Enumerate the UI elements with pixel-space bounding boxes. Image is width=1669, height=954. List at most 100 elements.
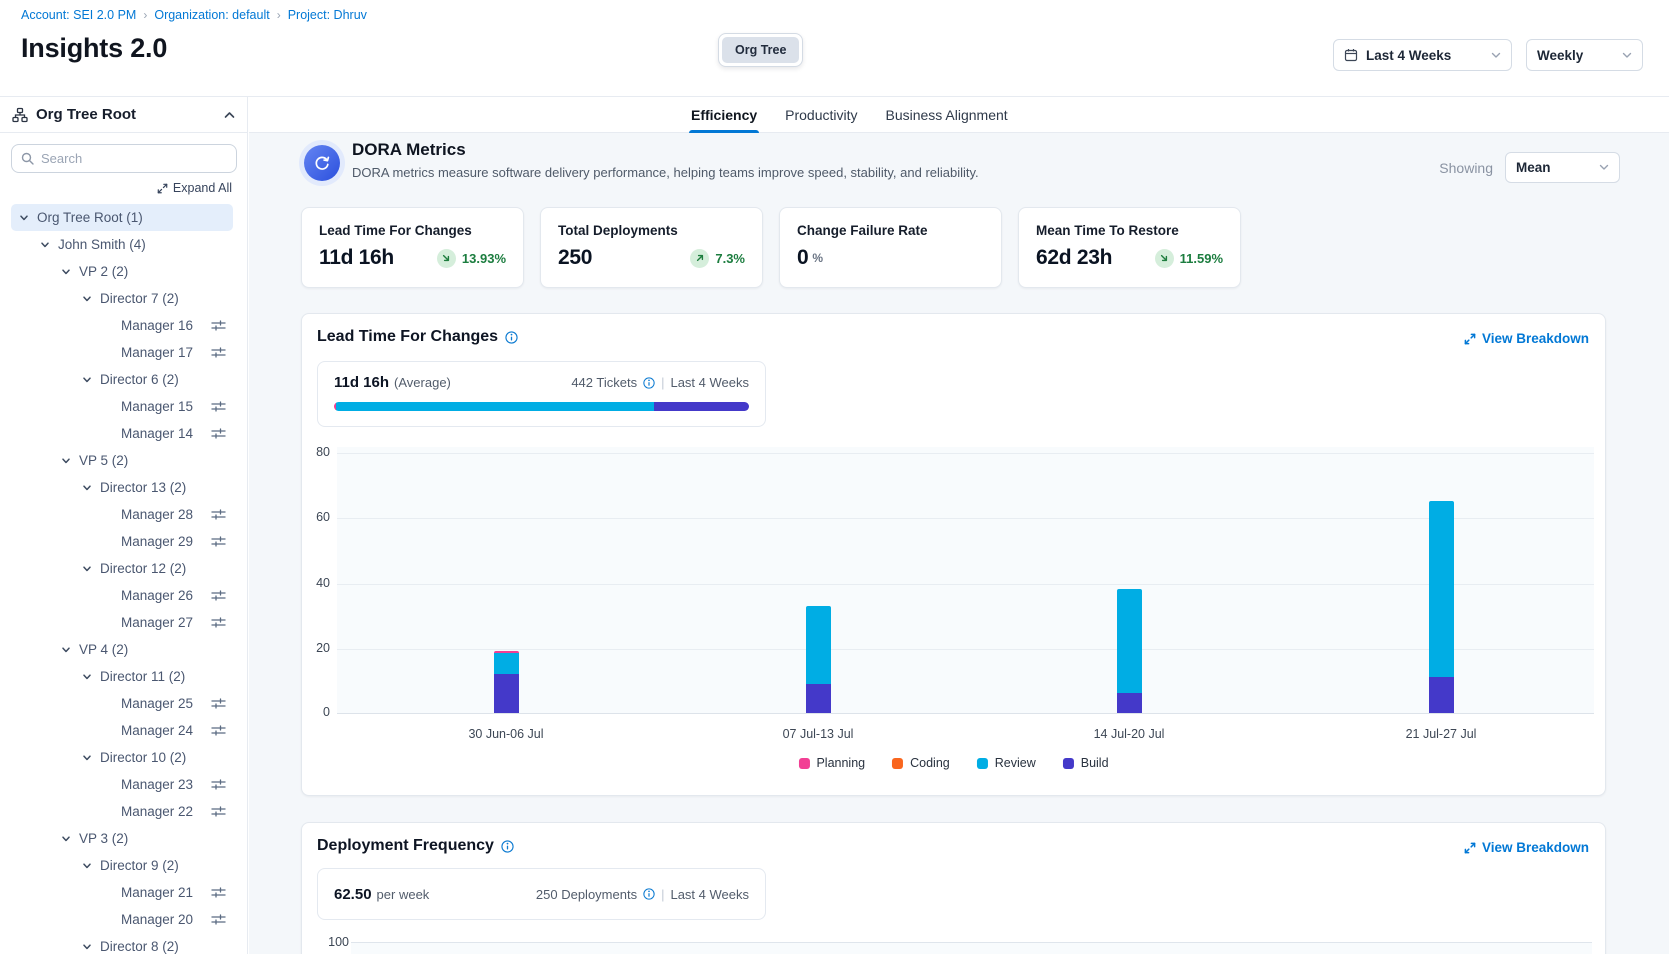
chevron-down-icon[interactable] xyxy=(61,456,71,466)
chevron-down-icon[interactable] xyxy=(82,942,92,952)
tree-row[interactable]: Manager 21 xyxy=(11,879,233,906)
deployment-rate-value: 62.50 xyxy=(334,886,372,903)
breadcrumb-link[interactable]: Account: SEI 2.0 PM xyxy=(21,8,136,22)
tab-efficiency[interactable]: Efficiency xyxy=(689,97,759,132)
filter-sliders-icon[interactable] xyxy=(211,724,226,737)
main-content: DORA Metrics DORA metrics measure softwa… xyxy=(249,133,1669,954)
filter-sliders-icon[interactable] xyxy=(211,886,226,899)
tree-row[interactable]: Manager 27 xyxy=(11,609,233,636)
filter-sliders-icon[interactable] xyxy=(211,697,226,710)
y-axis-tick-label: 100 xyxy=(319,935,349,949)
ticket-count: 442 Tickets xyxy=(571,375,637,390)
tab-business-alignment[interactable]: Business Alignment xyxy=(884,97,1010,132)
filter-sliders-icon[interactable] xyxy=(211,805,226,818)
chevron-down-icon[interactable] xyxy=(82,753,92,763)
filter-sliders-icon[interactable] xyxy=(211,778,226,791)
y-axis-tick-label: 40 xyxy=(302,576,330,590)
tree-item-label: Manager 24 xyxy=(121,723,193,738)
chevron-down-icon[interactable] xyxy=(82,294,92,304)
tree-row[interactable]: Manager 24 xyxy=(11,717,233,744)
tree-item-label: Manager 15 xyxy=(121,399,193,414)
tree-row[interactable]: Manager 26 xyxy=(11,582,233,609)
date-range-select[interactable]: Last 4 Weeks xyxy=(1333,39,1512,71)
filter-sliders-icon[interactable] xyxy=(211,319,226,332)
tree-row[interactable]: VP 4 (2) xyxy=(11,636,233,663)
tree-row[interactable]: Director 9 (2) xyxy=(11,852,233,879)
tree-row[interactable]: Manager 17 xyxy=(11,339,233,366)
legend-item-coding[interactable]: Coding xyxy=(892,756,950,770)
separator: | xyxy=(661,887,664,902)
chevron-down-icon[interactable] xyxy=(82,564,92,574)
tree-row[interactable]: Org Tree Root (1) xyxy=(11,204,233,231)
legend-item-build[interactable]: Build xyxy=(1063,756,1109,770)
info-icon[interactable] xyxy=(505,331,518,344)
chevron-down-icon[interactable] xyxy=(82,483,92,493)
tree-row[interactable]: Manager 14 xyxy=(11,420,233,447)
filter-sliders-icon[interactable] xyxy=(211,616,226,629)
tree-row[interactable]: VP 3 (2) xyxy=(11,825,233,852)
filter-sliders-icon[interactable] xyxy=(211,535,226,548)
bar-segment-build xyxy=(1117,693,1142,713)
filter-sliders-icon[interactable] xyxy=(211,913,226,926)
tree-row[interactable]: VP 5 (2) xyxy=(11,447,233,474)
tree-row[interactable]: Director 13 (2) xyxy=(11,474,233,501)
granularity-select[interactable]: Weekly xyxy=(1526,39,1643,71)
tree-row[interactable]: John Smith (4) xyxy=(11,231,233,258)
bar-segment-build xyxy=(806,684,831,713)
breadcrumb-link[interactable]: Project: Dhruv xyxy=(288,8,367,22)
chevron-down-icon[interactable] xyxy=(61,267,71,277)
metric-card-mean-time-to-restore: Mean Time To Restore62d 23h11.59% xyxy=(1018,207,1241,288)
tree-row[interactable]: Director 8 (2) xyxy=(11,933,233,954)
tree-row[interactable]: Manager 28 xyxy=(11,501,233,528)
chevron-down-icon[interactable] xyxy=(19,213,29,223)
dora-metrics-title: DORA Metrics xyxy=(352,140,979,160)
tree-row[interactable]: VP 2 (2) xyxy=(11,258,233,285)
filter-sliders-icon[interactable] xyxy=(211,400,226,413)
search-input[interactable] xyxy=(41,151,227,166)
filter-sliders-icon[interactable] xyxy=(211,346,226,359)
tree-row[interactable]: Manager 20 xyxy=(11,906,233,933)
tabs-bar: Efficiency Productivity Business Alignment xyxy=(249,97,1669,133)
tree-row[interactable]: Director 6 (2) xyxy=(11,366,233,393)
org-tree-button[interactable]: Org Tree xyxy=(722,37,799,63)
chevron-down-icon[interactable] xyxy=(61,834,71,844)
tree-row[interactable]: Director 7 (2) xyxy=(11,285,233,312)
tab-productivity[interactable]: Productivity xyxy=(783,97,859,132)
tree-row[interactable]: Director 10 (2) xyxy=(11,744,233,771)
chevron-down-icon[interactable] xyxy=(61,645,71,655)
info-icon[interactable] xyxy=(643,377,655,389)
legend-item-planning[interactable]: Planning xyxy=(798,756,865,770)
showing-select[interactable]: Mean xyxy=(1505,152,1620,183)
filter-sliders-icon[interactable] xyxy=(211,589,226,602)
tree-item-label: Manager 20 xyxy=(121,912,193,927)
lead-time-summary-card: 11d 16h (Average) 442 Tickets | Last 4 W… xyxy=(317,361,766,427)
info-icon[interactable] xyxy=(643,888,655,900)
filter-sliders-icon[interactable] xyxy=(211,427,226,440)
chevron-down-icon[interactable] xyxy=(82,375,92,385)
tree-row[interactable]: Manager 15 xyxy=(11,393,233,420)
chevron-down-icon[interactable] xyxy=(82,861,92,871)
dora-metrics-icon xyxy=(304,145,340,181)
tree-row[interactable]: Manager 25 xyxy=(11,690,233,717)
breadcrumb-link[interactable]: Organization: default xyxy=(154,8,269,22)
legend-swatch xyxy=(892,758,903,769)
filter-sliders-icon[interactable] xyxy=(211,508,226,521)
expand-all-button[interactable]: Expand All xyxy=(157,181,232,195)
info-icon[interactable] xyxy=(501,840,514,853)
chevron-down-icon[interactable] xyxy=(40,240,50,250)
tree-row[interactable]: Manager 16 xyxy=(11,312,233,339)
deployment-title: Deployment Frequency xyxy=(317,837,494,855)
app-root: Account: SEI 2.0 PM › Organization: defaul… xyxy=(0,0,1669,954)
tree-row[interactable]: Director 12 (2) xyxy=(11,555,233,582)
lead-time-view-breakdown[interactable]: View Breakdown xyxy=(1464,331,1589,346)
metric-card-lead-time-for-changes: Lead Time For Changes11d 16h13.93% xyxy=(301,207,524,288)
tree-row[interactable]: Manager 22 xyxy=(11,798,233,825)
chevron-down-icon[interactable] xyxy=(82,672,92,682)
breadcrumb-separator-icon: › xyxy=(143,8,147,22)
tree-row[interactable]: Director 11 (2) xyxy=(11,663,233,690)
tree-row[interactable]: Manager 29 xyxy=(11,528,233,555)
tree-row[interactable]: Manager 23 xyxy=(11,771,233,798)
sidebar-collapse-button[interactable] xyxy=(224,111,235,119)
legend-item-review[interactable]: Review xyxy=(977,756,1036,770)
deployment-view-breakdown[interactable]: View Breakdown xyxy=(1464,840,1589,855)
